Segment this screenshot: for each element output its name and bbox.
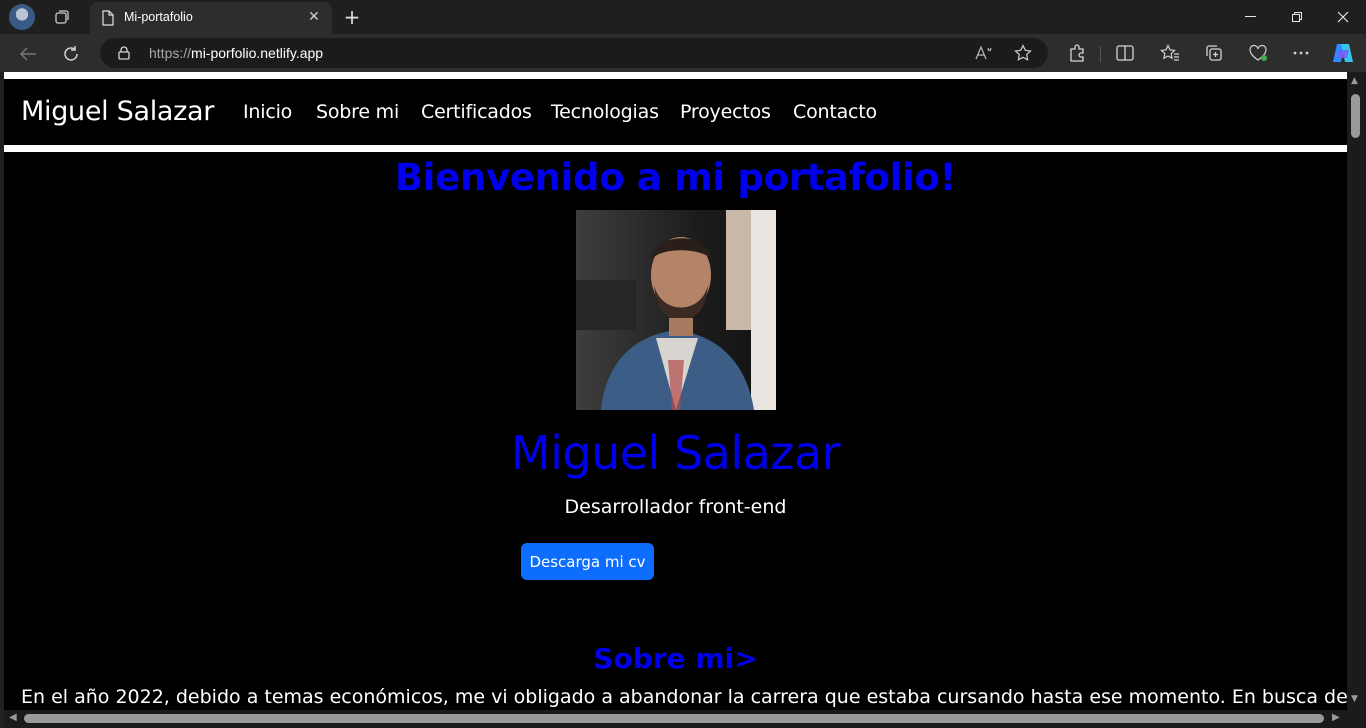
scrollbar-corner: [1347, 710, 1366, 728]
browser-essentials-icon[interactable]: [1245, 40, 1271, 66]
back-arrow-icon[interactable]: [14, 40, 42, 68]
more-options-icon[interactable]: [1288, 40, 1314, 66]
about-section-title: Sobre mi>: [593, 642, 758, 675]
reload-icon[interactable]: [57, 40, 85, 68]
lock-icon[interactable]: [118, 45, 130, 64]
horizontal-scrollbar[interactable]: ◀ ▶: [4, 710, 1347, 728]
nav-link-tecnologias[interactable]: Tecnologias: [551, 101, 659, 123]
nav-link-sobre-mi[interactable]: Sobre mi: [316, 101, 399, 123]
extensions-icon[interactable]: [1064, 40, 1090, 66]
browser-tab[interactable]: Mi-portafolio ✕: [90, 2, 332, 34]
vertical-scroll-thumb[interactable]: [1351, 94, 1360, 138]
profile-name: Miguel Salazar: [510, 426, 841, 480]
new-tab-icon[interactable]: +: [340, 5, 364, 29]
page-icon: [101, 10, 115, 30]
page-viewport: Miguel Salazar Inicio Sobre mi Certifica…: [4, 72, 1347, 710]
profile-role: Desarrollador front-end: [564, 496, 787, 518]
nav-link-contacto[interactable]: Contacto: [793, 101, 877, 123]
copilot-icon[interactable]: [1330, 40, 1356, 66]
nav-link-certificados[interactable]: Certificados: [421, 101, 532, 123]
download-cv-button[interactable]: Descarga mi cv: [521, 543, 654, 580]
vertical-scrollbar[interactable]: ▲ ▼: [1347, 72, 1366, 710]
scroll-up-icon[interactable]: ▲: [1351, 76, 1358, 86]
split-screen-icon[interactable]: [1112, 40, 1138, 66]
nav-link-inicio[interactable]: Inicio: [243, 101, 292, 123]
nav-link-proyectos[interactable]: Proyectos: [680, 101, 771, 123]
profile-avatar-icon[interactable]: [9, 4, 35, 30]
restore-icon[interactable]: [1274, 0, 1320, 34]
scroll-down-icon[interactable]: ▼: [1351, 694, 1358, 704]
read-aloud-icon[interactable]: [972, 41, 996, 65]
browser-toolbar: https://mi-porfolio.netlify.app: [0, 34, 1366, 72]
tab-title: Mi-portafolio: [124, 10, 193, 24]
favorite-star-icon[interactable]: [1011, 41, 1035, 65]
minimize-icon[interactable]: [1228, 0, 1274, 34]
browser-tab-bar: Mi-portafolio ✕ +: [0, 0, 1366, 34]
toolbar-divider: [1100, 46, 1101, 62]
navbar-bottom-border: [4, 145, 1347, 152]
top-border: [4, 72, 1347, 79]
address-bar[interactable]: https://mi-porfolio.netlify.app: [100, 38, 1048, 68]
close-window-icon[interactable]: [1320, 0, 1366, 34]
scroll-left-icon[interactable]: ◀: [9, 712, 17, 723]
scroll-right-icon[interactable]: ▶: [1332, 712, 1340, 723]
workspaces-icon[interactable]: [50, 5, 74, 29]
url-text[interactable]: https://mi-porfolio.netlify.app: [149, 45, 323, 61]
hero-title: Bienvenido a mi portafolio!: [394, 156, 957, 199]
favorites-icon[interactable]: [1157, 40, 1183, 66]
profile-photo: [576, 210, 776, 410]
close-tab-icon[interactable]: ✕: [304, 7, 324, 27]
site-navbar: Miguel Salazar Inicio Sobre mi Certifica…: [4, 79, 1347, 145]
about-paragraph: En el año 2022, debido a temas económico…: [21, 686, 1347, 708]
horizontal-scroll-thumb[interactable]: [24, 714, 1324, 723]
site-brand[interactable]: Miguel Salazar: [21, 96, 214, 127]
collections-icon[interactable]: [1201, 40, 1227, 66]
